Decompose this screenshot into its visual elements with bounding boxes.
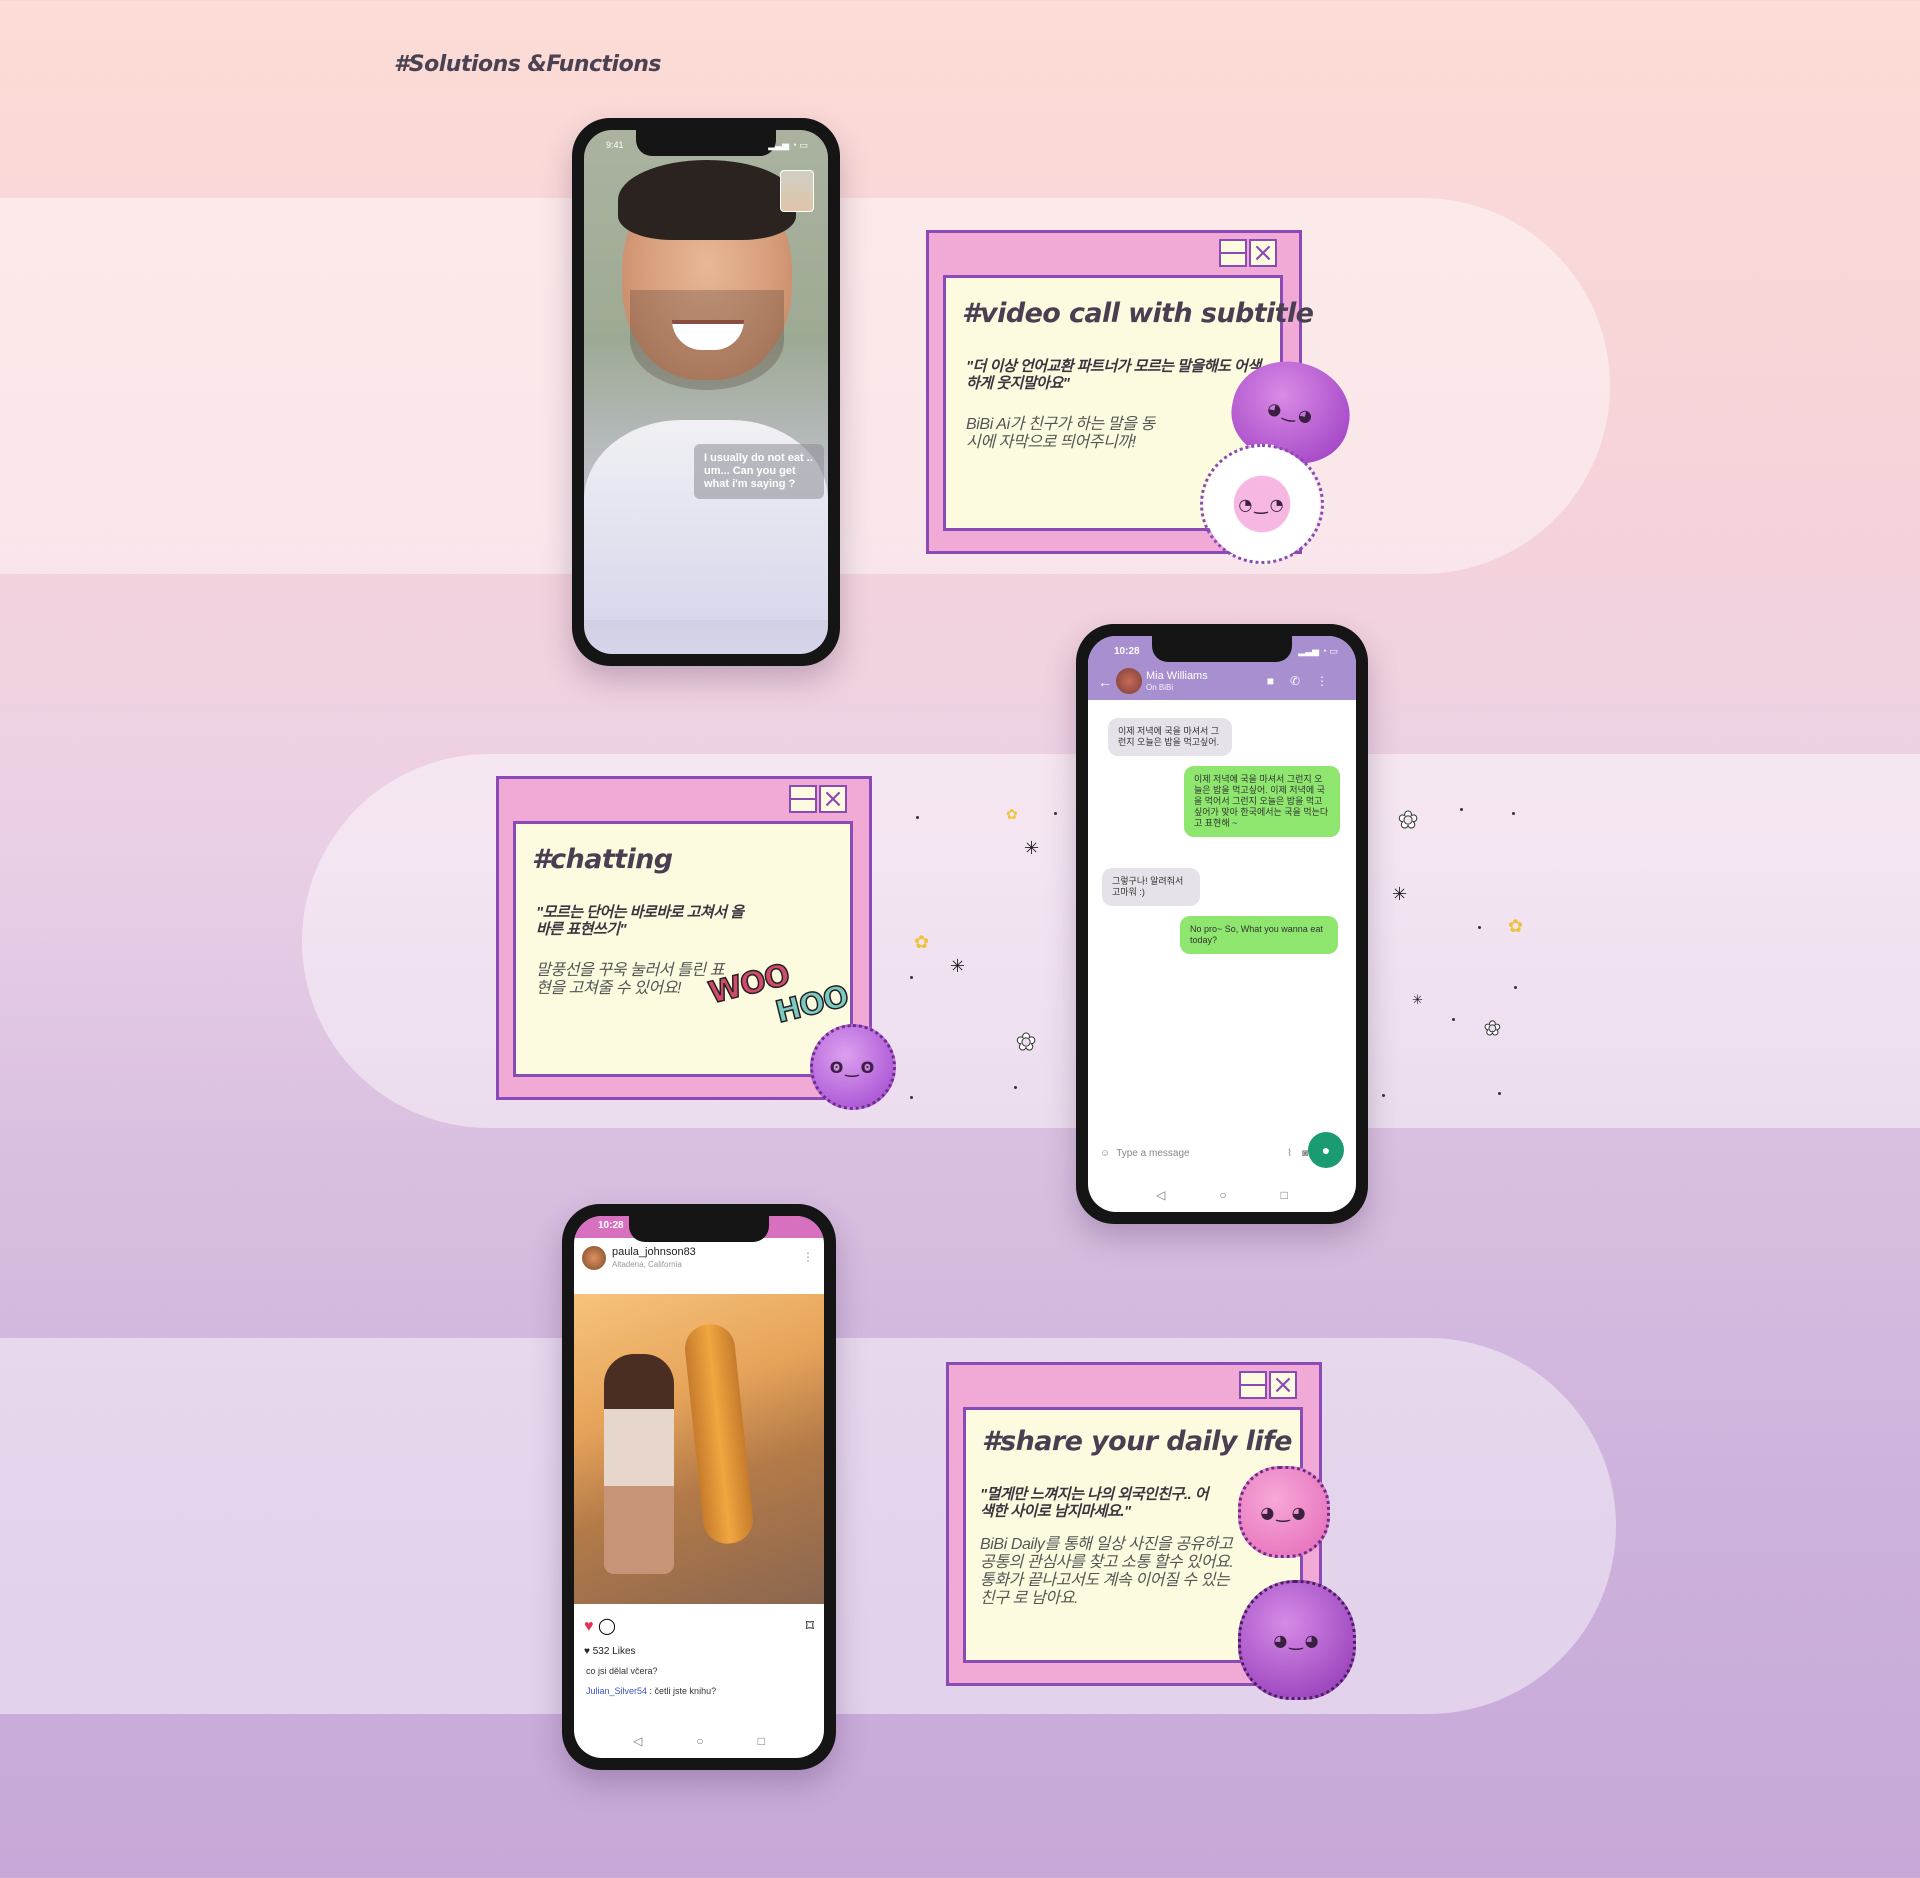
dot (1498, 1092, 1501, 1095)
post-actions: ♥ ◯ ⌑ (584, 1616, 814, 1636)
likes-count: ♥ 532 Likes (584, 1646, 636, 1657)
daisy-icon: ✿ (1397, 807, 1419, 835)
dot (1460, 808, 1463, 811)
sparkle-icon: ✳ (1024, 838, 1040, 858)
video-call-phone: 9:41 ▂▃▅ ◔ ▭ I usually do not eat .. um.… (572, 118, 840, 666)
nav-recent-icon[interactable]: □ (758, 1734, 765, 1748)
chat-actions: ■✆⋮ (1267, 674, 1344, 688)
poster-avatar[interactable] (582, 1246, 606, 1270)
more-icon[interactable]: ⋮ (802, 1250, 814, 1264)
android-navbar: ◁ ○ □ (1088, 1188, 1356, 1202)
bookmark-icon[interactable]: ⌑ (806, 1616, 814, 1636)
flower-blob-sticker: ◕‿◕ (1238, 1466, 1330, 1558)
window-close-icon: × (1269, 1371, 1297, 1399)
apple-sticker: ◕‿◕ (1238, 1580, 1356, 1700)
nav-back-icon[interactable]: ◁ (1156, 1188, 1165, 1202)
small-flower-icon: ✿ (914, 932, 930, 952)
nav-home-icon[interactable]: ○ (1219, 1188, 1226, 1202)
attach-icon[interactable]: ⌇ (1287, 1148, 1292, 1159)
status-time: 9:41 (606, 140, 624, 150)
phone-notch (636, 130, 776, 156)
back-arrow-icon[interactable]: ← (1098, 674, 1112, 690)
poster-username[interactable]: paula_johnson83 (612, 1246, 696, 1258)
window-maximize-icon (1219, 239, 1247, 267)
feed-phone: 10:28 paula_johnson83 Altadena, Californ… (562, 1204, 836, 1770)
card-content: #chatting "모르는 단어는 바로바로 고쳐서 올바른 표현쓰기" 말풍… (513, 821, 853, 1077)
card-title: #video call with subtitle (962, 298, 1314, 329)
status-icons: ▂▃▅ ◔ ▭ (768, 140, 808, 150)
dot (1014, 1086, 1017, 1089)
photo-skateboard (682, 1321, 756, 1547)
phone-notch (1152, 636, 1292, 662)
nav-recent-icon[interactable]: □ (1281, 1188, 1288, 1202)
message-bubble-outgoing[interactable]: 이제 저녁에 국을 마셔서 그런지 오늘은 밥을 먹고싶어. 이제 저녁에 국을… (1184, 766, 1340, 837)
card-quote: "멀게만 느껴지는 나의 외국인친구.. 어색한 사이로 남지마세요." (980, 1486, 1209, 1520)
post-photo[interactable] (574, 1294, 824, 1604)
dot (910, 976, 913, 979)
post-location: Altadena, California (612, 1260, 682, 1269)
status-time: 10:28 (1114, 646, 1140, 657)
small-flower-icon: ✿ (1006, 806, 1018, 822)
self-view-thumbnail[interactable] (780, 170, 814, 212)
dot (1478, 926, 1481, 929)
daisy-icon: ✿ (1484, 1018, 1502, 1041)
contact-name: Mia Williams (1146, 670, 1208, 682)
message-placeholder: Type a message (1116, 1147, 1190, 1159)
page-heading: #Solutions &Functions (394, 52, 661, 77)
sparkle-icon: ✳ (950, 956, 966, 976)
caller-hair (618, 160, 796, 240)
window-maximize-icon (789, 785, 817, 813)
dot (1512, 812, 1515, 815)
feed-screen: 10:28 paula_johnson83 Altadena, Californ… (574, 1216, 824, 1758)
phone-notch (629, 1216, 769, 1242)
message-bubble-incoming[interactable]: 그렇구나! 알려줘서 고마워 :) (1102, 868, 1200, 906)
window-maximize-icon (1239, 1371, 1267, 1399)
dot (916, 816, 919, 819)
chat-phone: 10:28 ▂▃▅ ◔ ▭ ← Mia Williams On BiBi ■✆⋮… (1076, 624, 1368, 1224)
chat-screen: 10:28 ▂▃▅ ◔ ▭ ← Mia Williams On BiBi ■✆⋮… (1088, 636, 1356, 1212)
video-call-icon[interactable]: ■ (1267, 674, 1290, 688)
phone-icon[interactable]: ✆ (1290, 674, 1316, 688)
daisy-icon: ✿ (1015, 1029, 1037, 1057)
card-quote: "더 이상 언어교환 파트너가 모르는 말을해도 어색하게 웃지말아요" (966, 358, 1261, 392)
status-icons: ▂▃▅ ◔ ▭ (1298, 646, 1338, 656)
live-subtitle: I usually do not eat .. um... Can you ge… (694, 444, 824, 499)
dot (1452, 1018, 1455, 1021)
card-quote: "모르는 단어는 바로바로 고쳐서 올바른 표현쓰기" (536, 904, 744, 938)
message-bubble-incoming[interactable]: 이제 저녁에 국을 마셔서 그런지 오늘은 밥을 먹고싶어. (1108, 718, 1232, 756)
nav-home-icon[interactable]: ○ (696, 1734, 703, 1748)
message-bubble-outgoing[interactable]: No pro~ So, What you wanna eat today? (1180, 916, 1338, 954)
sparkle-icon: ✳ (1392, 884, 1408, 904)
nav-back-icon[interactable]: ◁ (633, 1734, 642, 1748)
heart-icon[interactable]: ♥ (584, 1618, 594, 1635)
card-title: #chatting (532, 844, 673, 875)
post-caption: co jsi dělal včera? (586, 1666, 658, 1676)
window-close-icon: × (819, 785, 847, 813)
photo-person (604, 1354, 674, 1574)
contact-status: On BiBi (1146, 683, 1174, 692)
more-icon[interactable]: ⋮ (1316, 674, 1344, 688)
message-input[interactable]: ☺ Type a message ⌇ ◙ (1100, 1138, 1308, 1168)
blob-sticker: ʘ‿ʘ (810, 1024, 896, 1110)
flower-sticker: ◔‿◔ (1200, 444, 1324, 564)
video-call-screen: 9:41 ▂▃▅ ◔ ▭ I usually do not eat .. um.… (584, 130, 828, 654)
small-flower-icon: ✿ (1508, 916, 1524, 936)
dot (1054, 812, 1057, 815)
sparkle-icon: ✳ (1412, 992, 1423, 1007)
card-title: #share your daily life (982, 1426, 1292, 1457)
card-description: BiBi Daily를 통해 일상 사진을 공유하고 공통의 관심사를 찾고 소… (980, 1536, 1234, 1607)
dot (910, 1096, 913, 1099)
contact-avatar[interactable] (1116, 668, 1142, 694)
comment-username[interactable]: Julian_Silver54 (586, 1686, 647, 1696)
dot (1514, 986, 1517, 989)
window-close-icon: × (1249, 239, 1277, 267)
comment-icon[interactable]: ◯ (598, 1618, 616, 1635)
card-description: BiBi Ai가 친구가 하는 말을 동시에 자막으로 띄어주니까! (966, 416, 1155, 451)
android-navbar: ◁ ○ □ (574, 1734, 824, 1748)
dot (1382, 1094, 1385, 1097)
emoji-icon[interactable]: ☺ (1100, 1148, 1110, 1159)
post-comment: Julian_Silver54 : četli jste knihu? (586, 1686, 717, 1696)
microphone-icon[interactable]: ● (1308, 1132, 1344, 1168)
